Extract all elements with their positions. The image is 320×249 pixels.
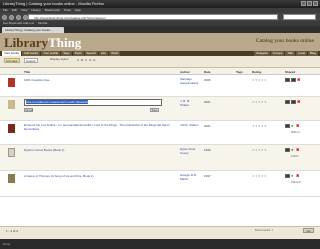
delete-icon[interactable]: ✖ [297, 100, 301, 104]
table-header: Title Author Date Tags Rating Shared [0, 68, 320, 75]
style-tab-b[interactable]: B [81, 58, 83, 62]
delete-icon[interactable]: ✖ [296, 124, 300, 128]
edit-icon[interactable] [285, 100, 290, 104]
row-actions: ● ✖ [285, 148, 300, 152]
column-shared[interactable]: Shared [285, 70, 295, 74]
page-content: LibraryThing Catalog your books online Y… [0, 33, 320, 239]
window-titlebar: LibraryThing | Catalog your books online… [0, 0, 320, 8]
delete-icon[interactable]: ✖ [297, 78, 301, 82]
row-actions: ✖ [285, 78, 301, 82]
go-button[interactable]: Go [303, 228, 314, 233]
book-date: 1996 [204, 148, 211, 152]
site-tagline: Catalog your books online [255, 38, 314, 44]
delete-icon[interactable]: ✖ [296, 174, 300, 178]
book-author[interactable]: Santiago Aseguinolaza [180, 77, 200, 85]
edit-icon[interactable] [285, 78, 290, 82]
book-title[interactable]: Dylan's Comic Books (Book 1) [24, 148, 64, 152]
column-rating[interactable]: Rating [252, 70, 261, 74]
style-tab-d[interactable]: D [89, 58, 91, 62]
book-title[interactable]: El Senor De Los Anillos - Lo: Hermandad … [24, 123, 174, 131]
browser-search-input[interactable] [283, 14, 316, 20]
rating-stars[interactable]: ★★★★★ [252, 148, 267, 152]
maximize-icon[interactable] [307, 1, 312, 6]
window-title: LibraryThing | Catalog your books online… [3, 1, 105, 6]
table-row[interactable]: Dylan's Comic Books (Book 1) Dylan Scott… [0, 145, 320, 171]
column-title[interactable]: Title [24, 70, 30, 74]
book-cover[interactable] [8, 124, 15, 133]
style-tab-e[interactable]: E [93, 58, 95, 62]
rating-stars[interactable]: ★★★★★ [252, 124, 267, 128]
book-cover[interactable] [8, 174, 15, 183]
book-cover[interactable] [8, 100, 15, 109]
table-row[interactable]: 1001 Cuadros Que… Santiago Aseguinolaza … [0, 75, 320, 97]
rating-stars[interactable]: ★★★★★ [252, 100, 267, 104]
rating-stars[interactable]: ★★★★★ [252, 78, 267, 82]
site-logo[interactable]: LibraryThing [4, 35, 81, 50]
column-author[interactable]: Author [180, 70, 190, 74]
book-date: 2001 [204, 124, 211, 128]
edit-icon[interactable] [285, 174, 290, 178]
table-row[interactable]: El Senor De Los Anillos - Lo: Hermandad … [0, 121, 320, 145]
book-author[interactable]: J.R.R. Tolkien [180, 123, 200, 128]
row-actions: ● ✖ [285, 124, 300, 128]
display-styles-label: Display styles [50, 57, 69, 61]
book-author[interactable]: George R.R. Martin [180, 173, 200, 181]
style-tab-a[interactable]: A [77, 58, 79, 62]
catalog-toolbar: List view Covers Display styles A B C D … [0, 56, 320, 68]
minimize-icon[interactable] [301, 1, 306, 6]
row-actions: ● ✖ [285, 174, 300, 178]
member-icon[interactable]: ● [291, 148, 295, 152]
browser-status-bar: Done [0, 239, 320, 249]
book-author[interactable]: J. R. R. Tolkien [180, 99, 200, 107]
book-date: 2006 [204, 78, 211, 82]
shared-count[interactable]: 24041/17 [291, 181, 301, 184]
book-title[interactable]: 1001 Cuadros Que… [24, 78, 52, 82]
logo-part1: Library [4, 35, 49, 50]
book-author[interactable]: Dylan Scott Covey [180, 147, 200, 155]
table-row-editing[interactable]: Arte en todos los museos del mundo (Span… [0, 97, 320, 121]
member-icon[interactable]: ● [291, 174, 295, 178]
book-title[interactable]: A Game of Thrones (A Song of Ice and Fir… [24, 174, 93, 178]
cover-view-button[interactable]: Covers [24, 58, 38, 63]
review-icon[interactable] [291, 78, 296, 82]
site-header: LibraryThing Catalog your books online [0, 33, 320, 51]
title-edit-selection: Arte en todos los museos del mundo (Span… [26, 100, 89, 104]
title-edit-input[interactable]: Arte en todos los museos del mundo (Span… [24, 99, 162, 106]
column-tags[interactable]: Tags [236, 70, 243, 74]
navigation-toolbar: http://www.librarything.com/catalog.php?… [0, 13, 320, 21]
url-input[interactable]: http://www.librarything.com/catalog.php?… [28, 14, 278, 20]
book-cover[interactable] [8, 78, 15, 87]
style-tab-c[interactable]: C [85, 58, 87, 62]
row-actions: ✖ [285, 100, 301, 104]
books-count: Books loaded: 4 [255, 229, 273, 232]
book-cover[interactable] [8, 148, 15, 157]
rating-stars[interactable]: ★★★★★ [252, 174, 267, 178]
window-controls [301, 1, 318, 6]
shared-count[interactable]: 1032/1 [291, 155, 299, 158]
table-row[interactable]: A Game of Thrones (A Song of Ice and Fir… [0, 171, 320, 197]
forward-icon[interactable] [9, 14, 14, 20]
pagination: 1 - 4 of 4 [6, 229, 18, 233]
edit-icon[interactable] [285, 148, 290, 152]
edit-icon[interactable] [285, 124, 290, 128]
member-icon[interactable]: ● [291, 124, 295, 128]
logo-part2: Thing [48, 35, 82, 50]
review-icon[interactable] [291, 100, 296, 104]
back-icon[interactable] [2, 14, 7, 20]
column-date[interactable]: Date [204, 70, 211, 74]
tab-bar: LibraryThing | Catalog your books... [0, 26, 320, 33]
reload-icon[interactable] [16, 14, 21, 20]
close-icon[interactable] [313, 1, 318, 6]
catalog-footer: 1 - 4 of 4 Books loaded: 4 Go [0, 226, 320, 239]
book-date: 2001 [204, 100, 211, 104]
delete-icon[interactable]: ✖ [296, 148, 300, 152]
book-date: 1997 [204, 174, 211, 178]
cancel-edit-button[interactable]: Cancel [24, 108, 33, 112]
list-view-button[interactable]: List view [4, 58, 20, 63]
save-edit-button[interactable]: Save [150, 108, 159, 112]
shared-count[interactable]: 6891/11 [291, 131, 300, 134]
style-tabs: A B C D E [77, 58, 95, 62]
